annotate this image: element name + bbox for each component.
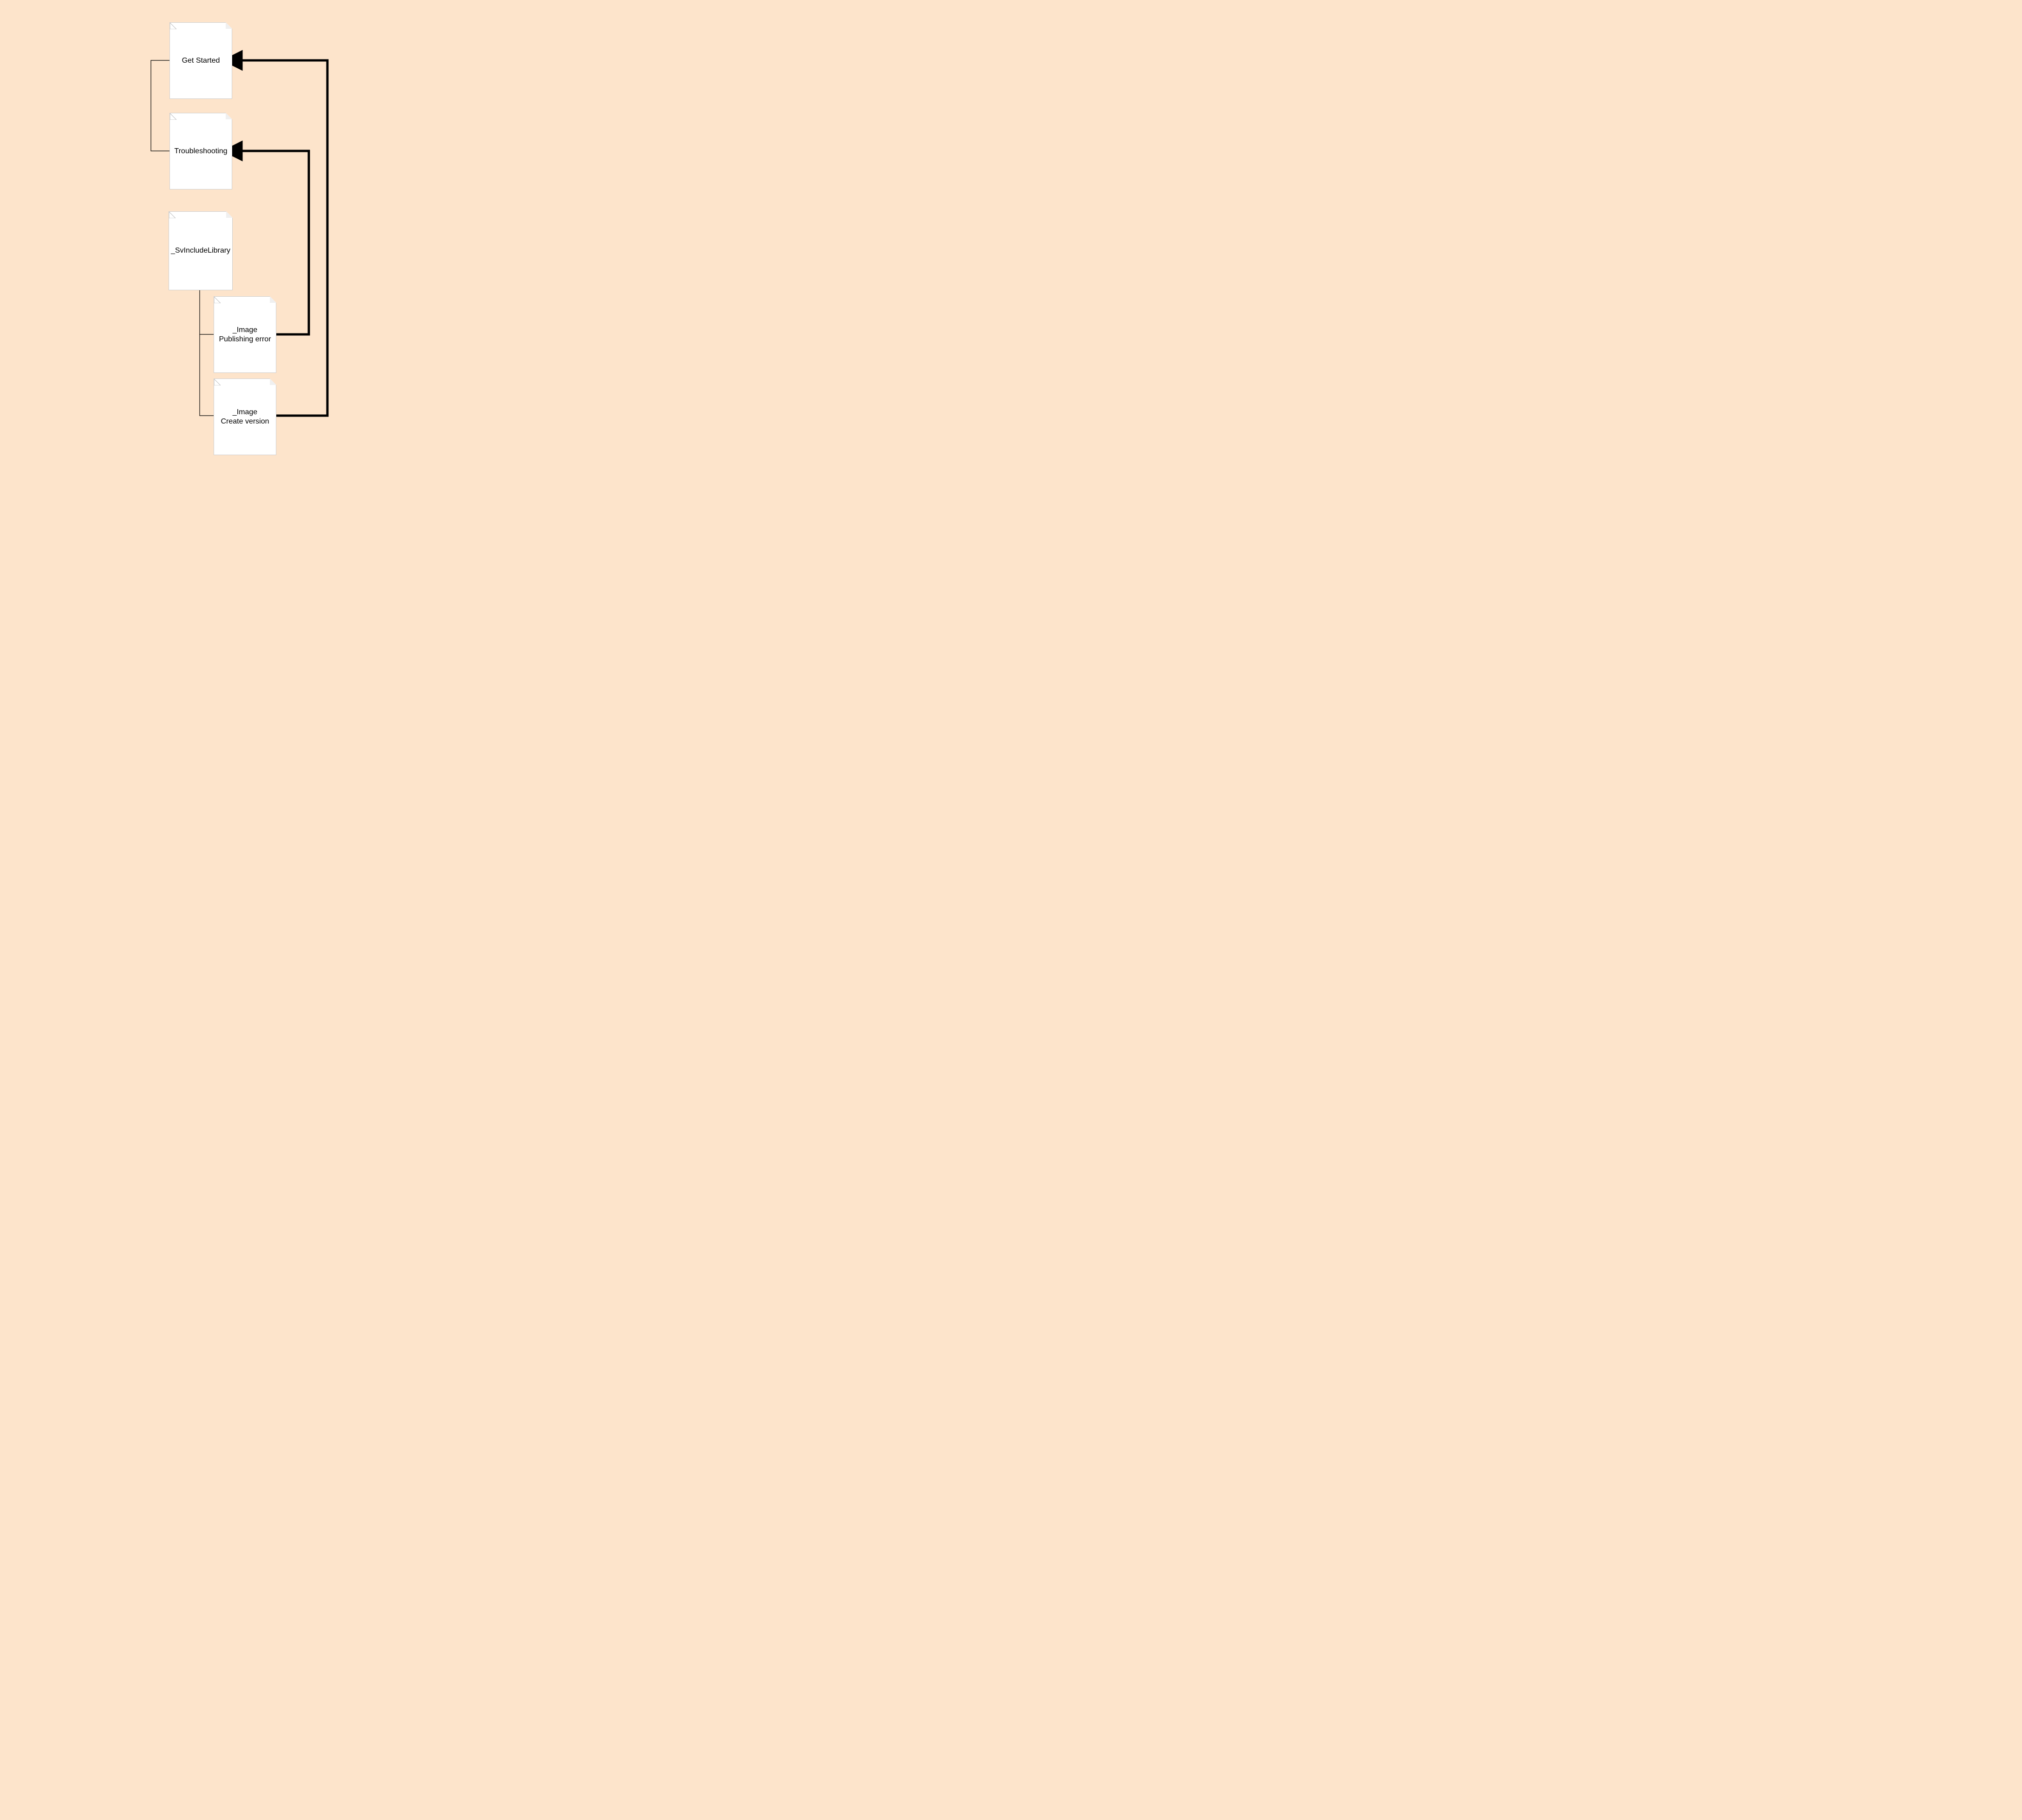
node-label: _Image Create version (221, 408, 269, 426)
node-label: Troubleshooting (174, 147, 227, 156)
edge-svinclude-to-createversion (200, 334, 214, 416)
node-sv-include-library[interactable]: _SvIncludeLibrary (169, 211, 233, 290)
node-label: _SvIncludeLibrary (171, 246, 230, 255)
page-fold-edge-icon (169, 212, 176, 218)
page-fold-edge-icon (170, 113, 176, 120)
page-fold-icon (270, 378, 276, 385)
node-image-publishing-error[interactable]: _Image Publishing error (214, 296, 276, 373)
page-fold-edge-icon (214, 297, 221, 303)
edge-svinclude-to-children (200, 290, 214, 334)
page-fold-icon (226, 113, 232, 119)
page-fold-icon (270, 296, 276, 303)
diagram-canvas: Get Started Troubleshooting _SvIncludeLi… (0, 0, 511, 464)
node-label: Get Started (182, 56, 220, 65)
page-fold-edge-icon (170, 23, 176, 29)
page-fold-icon (226, 22, 232, 29)
node-troubleshooting[interactable]: Troubleshooting (170, 113, 232, 189)
node-get-started[interactable]: Get Started (170, 22, 232, 99)
node-label: _Image Publishing error (219, 326, 271, 344)
page-fold-edge-icon (214, 379, 221, 385)
page-fold-icon (226, 211, 233, 218)
edge-getstarted-to-troubleshooting (151, 60, 170, 151)
node-image-create-version[interactable]: _Image Create version (214, 378, 276, 455)
